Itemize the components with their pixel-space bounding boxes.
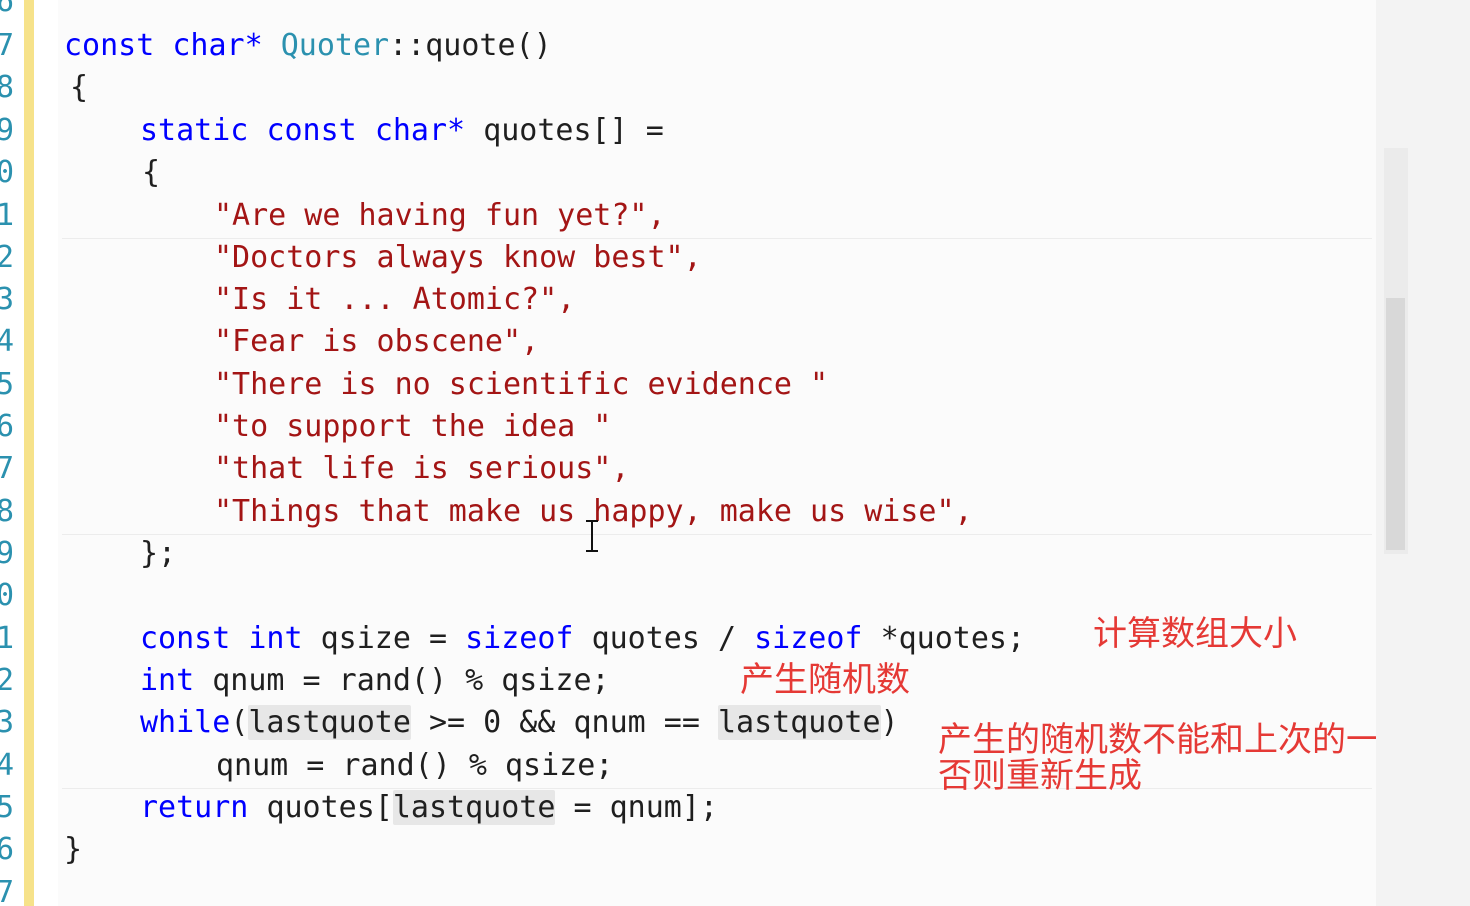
code-line-qsize: const int qsize = sizeof quotes / sizeof… bbox=[140, 618, 1025, 660]
annotation-random-number: 产生随机数 bbox=[740, 660, 910, 700]
line-number: 8 bbox=[0, 70, 15, 105]
expression-text: qnum = rand() % qsize; bbox=[212, 663, 610, 698]
line-number: 6 bbox=[0, 0, 15, 19]
highlighted-reference: lastquote bbox=[392, 790, 556, 825]
line-number: 2 bbox=[0, 240, 15, 275]
line-number: 1 bbox=[0, 198, 15, 233]
keyword: static bbox=[140, 113, 249, 148]
keyword: int bbox=[140, 663, 195, 698]
code-editor: 6 7 8 9 0 1 2 3 4 5 6 7 8 9 0 1 2 3 4 5 … bbox=[0, 0, 1470, 906]
code-line-array-open: { bbox=[142, 155, 161, 190]
scrollbar-thumb[interactable] bbox=[1386, 298, 1405, 550]
line-number: 4 bbox=[0, 324, 15, 359]
punctuation: ( bbox=[230, 705, 249, 740]
keyword: const bbox=[140, 621, 231, 656]
keyword: return bbox=[140, 790, 249, 825]
identifier: quotes[] = bbox=[483, 113, 664, 148]
code-line-array-close: }; bbox=[140, 536, 177, 571]
text-cursor-icon bbox=[586, 520, 598, 552]
line-number: 3 bbox=[0, 705, 15, 740]
line-number: 9 bbox=[0, 536, 15, 571]
line-number: 2 bbox=[0, 663, 15, 698]
line-number: 6 bbox=[0, 832, 15, 867]
code-line-signature: const char* Quoter::quote() bbox=[64, 25, 552, 67]
expression-text: *quotes; bbox=[880, 621, 1026, 656]
code-line-return: return quotes[lastquote = qnum]; bbox=[140, 787, 718, 829]
code-line-string: "that life is serious", bbox=[214, 451, 630, 486]
scope-operator: :: bbox=[389, 28, 426, 63]
expression-text: = qnum]; bbox=[555, 790, 718, 825]
keyword: sizeof bbox=[754, 621, 863, 656]
code-line-string: "Fear is obscene", bbox=[214, 324, 540, 359]
highlighted-reference: lastquote bbox=[717, 705, 881, 740]
annotation-array-size: 计算数组大小 bbox=[1093, 614, 1297, 654]
keyword: char* bbox=[374, 113, 466, 148]
line-number: 7 bbox=[0, 451, 15, 486]
punctuation: ) bbox=[880, 705, 899, 740]
change-indicator-bar bbox=[24, 0, 34, 906]
code-line-string: "Is it ... Atomic?", bbox=[214, 282, 576, 317]
line-number: 0 bbox=[0, 578, 15, 613]
line-number: 5 bbox=[0, 367, 15, 402]
keyword: while bbox=[140, 705, 231, 740]
code-line-string: "Doctors always know best", bbox=[214, 240, 702, 275]
expression-text: qsize = bbox=[320, 621, 448, 656]
line-number: 9 bbox=[0, 113, 15, 148]
line-number: 3 bbox=[0, 282, 15, 317]
class-name: Quoter bbox=[280, 28, 390, 63]
annotation-not-repeat-line2: 否则重新生成 bbox=[938, 756, 1142, 796]
keyword: sizeof bbox=[465, 621, 574, 656]
keyword: int bbox=[248, 621, 303, 656]
method-name: quote() bbox=[425, 28, 552, 63]
keyword: const bbox=[64, 28, 155, 63]
line-number: 1 bbox=[0, 621, 15, 656]
highlighted-reference: lastquote bbox=[248, 705, 411, 740]
line-number: 7 bbox=[0, 875, 15, 906]
code-line-string: "Are we having fun yet?", bbox=[214, 198, 666, 233]
keyword: const bbox=[266, 113, 357, 148]
line-number: 7 bbox=[0, 28, 15, 63]
code-line-string: "to support the idea " bbox=[214, 409, 612, 444]
code-line-static-declaration: static const char* quotes[] = bbox=[140, 110, 664, 152]
code-text-area[interactable]: const char* Quoter::quote() { static con… bbox=[58, 0, 1376, 906]
line-number: 8 bbox=[0, 494, 15, 529]
line-number: 0 bbox=[0, 155, 15, 190]
line-number: 5 bbox=[0, 790, 15, 825]
line-number-gutter: 6 7 8 9 0 1 2 3 4 5 6 7 8 9 0 1 2 3 4 5 … bbox=[0, 0, 24, 906]
line-highlight-guide bbox=[62, 534, 1372, 535]
outline-margin bbox=[34, 0, 93, 906]
code-line-qnum: int qnum = rand() % qsize; bbox=[140, 660, 610, 702]
code-line-string: "There is no scientific evidence " bbox=[214, 367, 829, 402]
expression-text: >= 0 && qnum == bbox=[410, 705, 718, 740]
expression-text: quotes[ bbox=[266, 790, 393, 825]
expression-text: quotes / bbox=[591, 621, 737, 656]
code-line-close-brace: } bbox=[64, 832, 83, 867]
code-line-reroll: qnum = rand() % qsize; bbox=[216, 748, 614, 783]
code-line-while: while(lastquote >= 0 && qnum == lastquot… bbox=[140, 702, 899, 744]
keyword: char* bbox=[172, 28, 263, 63]
line-number: 4 bbox=[0, 748, 15, 783]
code-line-open-brace: { bbox=[70, 70, 89, 105]
line-number: 6 bbox=[0, 409, 15, 444]
